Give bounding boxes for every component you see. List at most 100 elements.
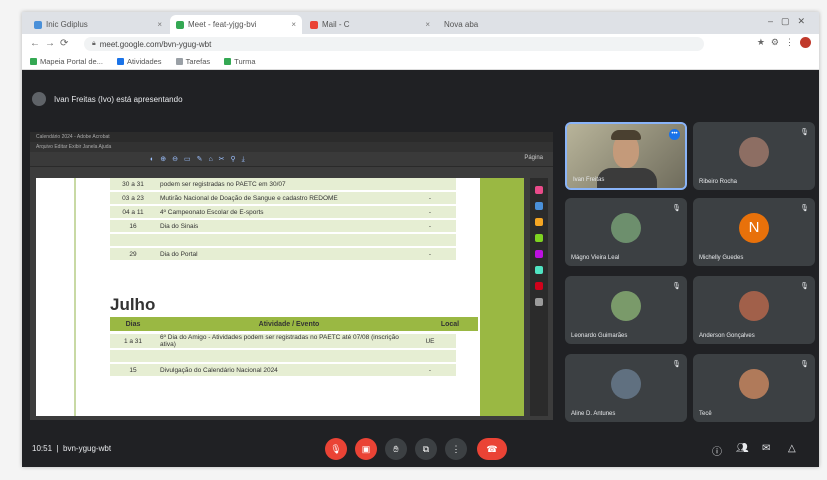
shared-window-menu: Arquivo Editar Exibir Janela Ajuda bbox=[30, 142, 553, 152]
cell-day: 30 a 31 bbox=[110, 178, 156, 190]
browser-tab[interactable]: Inic Gdiplus × bbox=[28, 15, 168, 34]
more-options-button[interactable]: ⋮ bbox=[445, 438, 467, 460]
participant-avatar bbox=[739, 368, 769, 399]
tab-label: Inic Gdiplus bbox=[46, 20, 88, 29]
cell-activity: Dia do Sinais bbox=[156, 220, 404, 232]
cell-day: 03 a 23 bbox=[110, 192, 156, 204]
participant-tile[interactable]: 🎙︎ Anderson Gonçalves bbox=[693, 276, 815, 344]
info-icon[interactable]: ⓘ bbox=[712, 443, 722, 458]
bookmark-icon bbox=[30, 58, 37, 65]
window-controls[interactable]: –▢✕ bbox=[768, 16, 813, 27]
meeting-clock: 10:51 | bvn-ygug-wbt bbox=[32, 444, 111, 453]
bookmark-item[interactable]: Mapeia Portal de... bbox=[30, 57, 103, 66]
header-dias: Dias bbox=[125, 320, 141, 328]
participant-name: Ribeiro Rocha bbox=[699, 179, 738, 185]
close-tab-icon[interactable]: × bbox=[157, 20, 162, 29]
close-tab-icon[interactable]: × bbox=[425, 20, 430, 29]
cell-location bbox=[404, 178, 456, 190]
video-hat bbox=[611, 130, 641, 140]
mic-muted-icon: 🎙︎ bbox=[800, 361, 809, 368]
present-screen-button[interactable]: ⧉ bbox=[415, 438, 437, 460]
bookmark-label: Turma bbox=[234, 57, 256, 66]
tool-icon bbox=[535, 186, 543, 194]
bookmark-icon bbox=[116, 58, 124, 65]
participant-avatar bbox=[611, 290, 641, 321]
cell-location: - bbox=[404, 192, 456, 204]
cell-location: - bbox=[404, 248, 456, 260]
pdf-page: 30 a 31 podem ser registradas no PAETC em… bbox=[36, 178, 480, 416]
page-side-band bbox=[480, 178, 524, 416]
extensions-area[interactable]: ★⚙⋮ bbox=[757, 37, 811, 49]
nav-buttons[interactable]: ←→⟳ bbox=[30, 38, 73, 49]
bookmark-item[interactable]: Turma bbox=[224, 57, 256, 66]
tool-icon bbox=[535, 266, 543, 274]
participant-name: Leonardo Guimarães bbox=[571, 333, 628, 339]
mic-muted-icon: 🎙︎ bbox=[800, 283, 809, 290]
participant-tile[interactable]: N 🎙︎ Michelly Guedes bbox=[693, 198, 815, 266]
cell-day bbox=[110, 350, 156, 362]
speaking-indicator-icon: ••• bbox=[669, 129, 680, 140]
close-tab-icon[interactable]: × bbox=[291, 20, 296, 29]
participant-tile[interactable]: 🎙︎ Mágno Vieira Leal bbox=[565, 198, 687, 266]
page-margin-line bbox=[74, 178, 76, 416]
table-row bbox=[110, 350, 456, 362]
header-atividade: Atividade / Evento bbox=[258, 320, 320, 328]
screen-share: Calendário 2024 - Adobe Acrobat Arquivo … bbox=[30, 132, 553, 420]
table-row: 04 a 11 4º Campeonato Escolar de E-sports… bbox=[110, 206, 456, 218]
table-row: 30 a 31 podem ser registradas no PAETC em… bbox=[110, 178, 456, 190]
tool-icon bbox=[535, 298, 543, 306]
table-row: 03 a 23 Mutirão Nacional de Doação de San… bbox=[110, 192, 456, 204]
participant-name: Anderson Gonçalves bbox=[699, 333, 755, 339]
browser-tab[interactable]: Nova aba bbox=[438, 15, 498, 34]
table-row: 16 Dia do Sinais - bbox=[110, 220, 456, 232]
profile-avatar[interactable] bbox=[800, 37, 811, 49]
chat-icon[interactable]: ✉︎ bbox=[762, 443, 770, 454]
browser-tab[interactable]: Mail - C × bbox=[304, 15, 436, 34]
bookmark-icon bbox=[175, 58, 183, 65]
raise-hand-button[interactable]: ✋︎ bbox=[385, 438, 407, 460]
participant-avatar bbox=[611, 368, 641, 399]
cell-location: UE bbox=[404, 334, 456, 348]
people-icon[interactable]: 👥︎ bbox=[736, 443, 749, 454]
participant-tile[interactable]: 🎙︎ Ribeiro Rocha bbox=[693, 122, 815, 190]
bookmark-label: Tarefas bbox=[185, 57, 211, 66]
browser-window: Inic Gdiplus × Meet - feat-yjgg-bvi × Ma… bbox=[22, 12, 819, 467]
cell-day: 04 a 11 bbox=[110, 206, 156, 218]
clock-separator: | bbox=[54, 444, 61, 453]
cell-activity: 4º Campeonato Escolar de E-sports bbox=[156, 206, 404, 218]
calendar-table-top: 30 a 31 podem ser registradas no PAETC em… bbox=[110, 178, 456, 262]
bookmark-item[interactable]: Atividades bbox=[116, 57, 162, 66]
presenter-banner-text: Ivan Freitas (Ivo) está apresentando bbox=[54, 94, 183, 104]
participant-tile-presenter[interactable]: ••• Ivan Freitas bbox=[565, 122, 687, 190]
calendar-table-julho: 1 a 31 6º Dia do Amigo - Atividades podem… bbox=[110, 332, 456, 378]
browser-tab-active[interactable]: Meet - feat-yjgg-bvi × bbox=[170, 15, 302, 34]
tab-favicon-icon bbox=[34, 20, 42, 29]
cell-location: - bbox=[404, 364, 456, 376]
meet-app: Ivan Freitas (Ivo) está apresentando Cal… bbox=[22, 70, 819, 467]
cell-day: 16 bbox=[110, 220, 156, 232]
activities-icon[interactable]: △ bbox=[788, 443, 796, 454]
participant-tile[interactable]: 🎙︎ Leonardo Guimarães bbox=[565, 276, 687, 344]
tab-favicon-icon bbox=[310, 20, 318, 29]
cell-location bbox=[404, 350, 456, 362]
participant-name: Tecê bbox=[699, 411, 712, 417]
participant-tile[interactable]: 🎙︎ Aline D. Antunes bbox=[565, 354, 687, 422]
table-row: 29 Dia do Portal - bbox=[110, 248, 456, 260]
bookmark-item[interactable]: Tarefas bbox=[175, 57, 211, 66]
leave-call-button[interactable]: ☎︎ bbox=[477, 438, 507, 460]
mic-muted-icon: 🎙︎ bbox=[672, 361, 681, 368]
url-field[interactable]: 🔒︎ meet.google.com/bvn-ygug-wbt bbox=[84, 37, 704, 51]
participant-name: Aline D. Antunes bbox=[571, 411, 616, 417]
section-title: Julho bbox=[110, 295, 156, 314]
cell-location: - bbox=[404, 206, 456, 218]
url-text: meet.google.com/bvn-ygug-wbt bbox=[99, 39, 212, 49]
table-header: Dias Atividade / Evento Local bbox=[110, 317, 478, 331]
participant-tile[interactable]: 🎙︎ Tecê bbox=[693, 354, 815, 422]
shared-window-toolbar: ◐⊕⊖▭✎⌂✂⚲⤓ Página bbox=[30, 152, 553, 167]
camera-off-button[interactable]: ▣ bbox=[355, 438, 377, 460]
mic-muted-icon: 🎙︎ bbox=[800, 129, 809, 136]
mic-off-button[interactable]: 🎙︎ bbox=[325, 438, 347, 460]
participant-avatar bbox=[611, 212, 641, 243]
cell-day: 1 a 31 bbox=[110, 334, 156, 348]
presenter-banner: Ivan Freitas (Ivo) está apresentando bbox=[32, 92, 183, 106]
